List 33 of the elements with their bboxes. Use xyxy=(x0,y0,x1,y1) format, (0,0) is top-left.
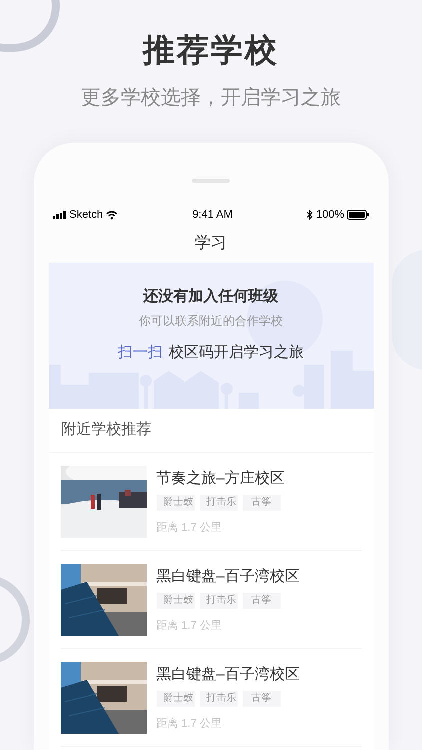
course-tag: 古筝 xyxy=(242,690,280,706)
hero-subtitle: 更多学校选择，开启学习之旅 xyxy=(81,86,341,111)
course-tag: 爵士鼓 xyxy=(156,494,194,510)
scan-link[interactable]: 扫一扫 xyxy=(118,343,163,363)
battery-percent: 100% xyxy=(316,208,344,223)
course-tag: 爵士鼓 xyxy=(156,690,194,706)
school-distance: 距离 1.7 公里 xyxy=(156,716,223,730)
course-tag: 古筝 xyxy=(242,494,280,510)
school-distance: 距离 1.7 公里 xyxy=(156,520,223,534)
school-name: 黑白键盘–百子湾校区 xyxy=(156,566,300,586)
course-tag: 古筝 xyxy=(242,592,280,608)
course-tag: 打击乐 xyxy=(200,690,238,706)
course-tag: 打击乐 xyxy=(200,592,238,608)
school-item[interactable]: 节奏之旅–方庄校区 爵士鼓 打击乐 古筝 距离 1.7 公里 xyxy=(60,453,362,551)
battery-icon xyxy=(347,210,370,220)
nav-title: 学习 xyxy=(195,234,227,254)
school-distance: 距离 1.7 公里 xyxy=(156,618,223,632)
school-name: 节奏之旅–方庄校区 xyxy=(156,468,285,488)
course-tag: 打击乐 xyxy=(200,494,238,510)
signal-icon xyxy=(52,211,66,219)
hero-title: 推荐学校 xyxy=(143,31,279,70)
status-time: 9:41 AM xyxy=(192,208,233,223)
banner-title: 还没有加入任何班级 xyxy=(144,287,278,307)
school-name: 黑白键盘–百子湾校区 xyxy=(156,664,300,684)
bluetooth-icon xyxy=(307,210,314,220)
school-item[interactable]: 黑白键盘–百子湾校区 爵士鼓 打击乐 古筝 距离 1.7 公里 xyxy=(60,551,362,649)
scan-hint: 校区码开启学习之旅 xyxy=(169,343,304,363)
wifi-icon xyxy=(106,210,118,220)
school-item[interactable]: 黑白键盘–百子湾校区 爵士鼓 打击乐 古筝 距离 1.7 公里 xyxy=(60,649,362,747)
section-title: 附近学校推荐 xyxy=(62,420,152,440)
carrier-name: Sketch xyxy=(70,208,104,223)
banner-subtitle: 你可以联系附近的合作学校 xyxy=(139,313,283,329)
course-tag: 爵士鼓 xyxy=(156,592,194,608)
